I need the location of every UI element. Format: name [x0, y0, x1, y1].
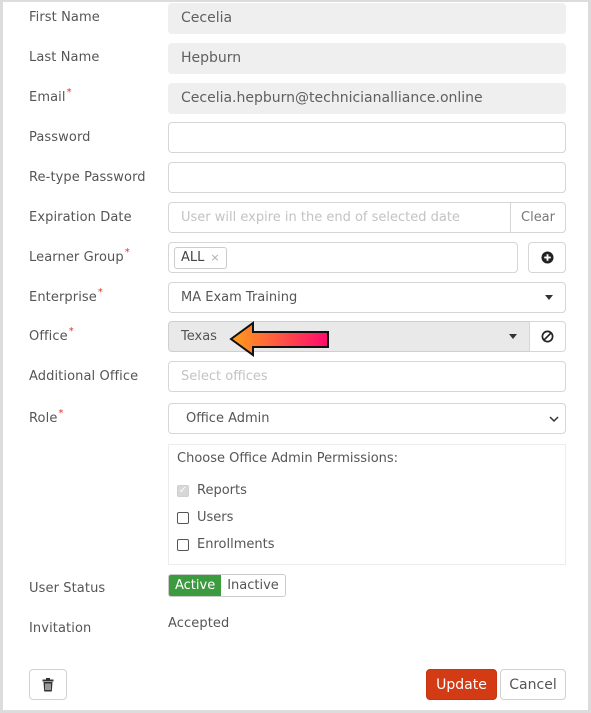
required-mark: * — [124, 247, 130, 258]
caret-down-icon — [509, 334, 517, 339]
annotation-arrow — [229, 321, 329, 357]
email-input[interactable]: Cecelia.hepburn@technicianalliance.onlin… — [168, 83, 566, 114]
permission-reports[interactable]: ✓ Reports — [177, 483, 247, 498]
trash-icon — [42, 677, 54, 691]
permissions-panel: Choose Office Admin Permissions: ✓ Report… — [168, 444, 566, 565]
role-label: Role* — [29, 408, 64, 426]
password-input[interactable] — [168, 122, 566, 153]
expiration-date-label: Expiration Date — [29, 210, 132, 225]
additional-office-label: Additional Office — [29, 369, 139, 384]
plus-circle-icon — [540, 251, 554, 264]
cancel-button[interactable]: Cancel — [500, 669, 566, 700]
required-mark: * — [68, 326, 74, 337]
status-active-button[interactable]: Active — [169, 575, 222, 596]
invitation-status: Accepted — [168, 616, 230, 631]
permission-users[interactable]: Users — [177, 510, 233, 525]
first-name-input[interactable]: Cecelia — [168, 3, 566, 34]
add-learner-group-button[interactable] — [528, 242, 566, 273]
learner-group-tag: ALL × — [174, 247, 227, 269]
ban-icon — [541, 330, 554, 343]
retype-password-label: Re-type Password — [29, 170, 146, 185]
delete-button[interactable] — [29, 669, 67, 700]
clear-office-button[interactable] — [529, 321, 566, 352]
additional-office-input[interactable]: Select offices — [168, 361, 566, 392]
permission-enrollments[interactable]: Enrollments — [177, 537, 274, 552]
enterprise-label: Enterprise* — [29, 287, 103, 305]
last-name-input[interactable]: Hepburn — [168, 43, 566, 74]
learner-group-label: Learner Group* — [29, 247, 130, 265]
checkbox-icon[interactable] — [177, 538, 189, 551]
clear-date-button[interactable]: Clear — [510, 202, 566, 233]
status-inactive-button[interactable]: Inactive — [221, 575, 285, 596]
chevron-down-icon — [549, 416, 559, 423]
enterprise-select[interactable]: MA Exam Training — [168, 282, 566, 313]
learner-group-input[interactable]: ALL × — [168, 242, 518, 273]
checkbox-checked-icon[interactable]: ✓ — [177, 484, 189, 497]
office-label: Office* — [29, 326, 74, 344]
permissions-title: Choose Office Admin Permissions: — [177, 451, 399, 466]
checkbox-icon[interactable] — [177, 511, 189, 524]
user-status-label: User Status — [29, 581, 106, 596]
user-status-toggle: Active Inactive — [168, 574, 286, 597]
role-select[interactable]: Office Admin — [168, 403, 566, 434]
required-mark: * — [58, 408, 64, 419]
email-label: Email* — [29, 87, 72, 105]
last-name-label: Last Name — [29, 50, 100, 65]
tag-remove-icon[interactable]: × — [210, 251, 219, 264]
password-label: Password — [29, 130, 91, 145]
caret-down-icon — [545, 295, 553, 300]
invitation-label: Invitation — [29, 621, 92, 636]
office-select[interactable]: Texas — [168, 321, 530, 352]
retype-password-input[interactable] — [168, 162, 566, 193]
update-button[interactable]: Update — [426, 669, 497, 700]
expiration-date-input[interactable]: User will expire in the end of selected … — [168, 202, 511, 233]
first-name-label: First Name — [29, 10, 100, 25]
required-mark: * — [66, 87, 72, 98]
required-mark: * — [97, 287, 103, 298]
